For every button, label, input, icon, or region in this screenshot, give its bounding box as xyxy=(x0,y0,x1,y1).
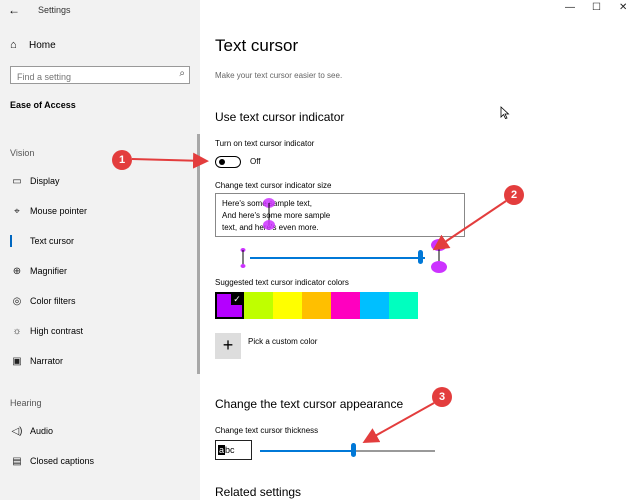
check-icon: ✓ xyxy=(231,293,243,305)
cursor-indicator-preview xyxy=(263,198,275,230)
sidebar-item-label: Text cursor xyxy=(30,236,75,246)
group-label-vision: Vision xyxy=(10,148,35,158)
color-swatch-aqua[interactable] xyxy=(389,292,418,319)
small-size-icon xyxy=(240,248,246,268)
annotation-badge-2: 2 xyxy=(504,185,524,205)
page-title: Text cursor xyxy=(215,36,299,55)
closed-captions-icon: ▤ xyxy=(12,455,22,467)
sidebar-item-label: Display xyxy=(30,176,60,186)
sidebar-item-narrator[interactable]: ▣ Narrator xyxy=(0,351,200,371)
preview-text: bc xyxy=(225,445,235,455)
search-box: ⌕ xyxy=(10,66,190,85)
sidebar-item-color-filters[interactable]: ◎ Color filters xyxy=(0,291,200,311)
color-swatch-yellow[interactable] xyxy=(273,292,302,319)
sidebar-item-label: Color filters xyxy=(30,296,76,306)
search-input[interactable] xyxy=(11,69,171,85)
toggle-state: Off xyxy=(250,157,261,166)
sidebar-item-label: Audio xyxy=(30,426,54,436)
sidebar-item-magnifier[interactable]: ⊕ Magnifier xyxy=(0,261,200,281)
sidebar: ← Settings ⌂ Home ⌕ Ease of Access Visio… xyxy=(0,0,200,500)
display-icon: ▭ xyxy=(12,175,22,187)
thickness-preview: abc xyxy=(215,440,252,460)
plus-icon: + xyxy=(215,333,241,359)
sidebar-item-home[interactable]: ⌂ Home xyxy=(10,39,56,51)
title-bar: ← Settings xyxy=(0,0,200,20)
section-title: Ease of Access xyxy=(10,100,76,110)
color-swatch-purple[interactable]: ✓ xyxy=(215,292,244,319)
audio-icon: ◁) xyxy=(11,425,23,437)
large-size-icon xyxy=(431,239,447,273)
thickness-slider-fill[interactable] xyxy=(260,450,353,452)
preview-cursor: a xyxy=(218,445,226,455)
color-swatch-blue[interactable] xyxy=(360,292,389,319)
home-icon: ⌂ xyxy=(10,39,17,51)
sidebar-item-label: Mouse pointer xyxy=(30,206,88,216)
app-title: Settings xyxy=(38,5,71,15)
toggle-knob xyxy=(219,159,225,165)
magnifier-icon: ⊕ xyxy=(12,265,22,277)
sample-line: text, and here's even more. xyxy=(222,223,319,232)
home-label: Home xyxy=(29,39,56,51)
appearance-heading: Change the text cursor appearance xyxy=(215,397,404,411)
color-filters-icon: ◎ xyxy=(12,295,22,307)
sidebar-item-display[interactable]: ▭ Display xyxy=(0,171,200,191)
sidebar-item-high-contrast[interactable]: ☼ High contrast xyxy=(0,321,200,341)
pick-custom-color-button[interactable]: + Pick a custom color xyxy=(215,333,317,359)
sidebar-item-text-cursor[interactable]: I Text cursor xyxy=(0,231,200,251)
mouse-pointer-cursor-icon xyxy=(500,106,510,119)
high-contrast-icon: ☼ xyxy=(12,325,22,337)
close-button[interactable]: ✕ xyxy=(619,2,627,13)
color-swatch-orange[interactable] xyxy=(302,292,331,319)
color-swatch-lime[interactable] xyxy=(244,292,273,319)
thickness-label: Change text cursor thickness xyxy=(215,426,319,435)
sidebar-item-closed-captions[interactable]: ▤ Closed captions xyxy=(0,451,200,471)
color-swatches: ✓ xyxy=(215,292,418,319)
maximize-button[interactable]: ☐ xyxy=(592,2,601,13)
sample-text-box: Here's some sample text, And here's some… xyxy=(215,193,465,237)
size-slider-track[interactable] xyxy=(250,257,425,259)
sidebar-item-label: Narrator xyxy=(30,356,64,366)
group-label-hearing: Hearing xyxy=(10,398,42,408)
indicator-heading: Use text cursor indicator xyxy=(215,110,345,124)
annotation-badge-3: 3 xyxy=(432,387,452,407)
sample-line: Here's some sample text, xyxy=(222,199,313,208)
search-icon[interactable]: ⌕ xyxy=(179,68,185,79)
back-arrow-icon[interactable]: ← xyxy=(8,3,20,17)
sidebar-item-label: High contrast xyxy=(30,326,84,336)
sidebar-item-mouse-pointer[interactable]: ⌖ Mouse pointer xyxy=(0,201,200,221)
size-label: Change text cursor indicator size xyxy=(215,181,332,190)
sidebar-scrollbar[interactable] xyxy=(197,134,200,374)
narrator-icon: ▣ xyxy=(12,355,22,367)
sidebar-item-label: Magnifier xyxy=(30,266,68,276)
sidebar-item-audio[interactable]: ◁) Audio xyxy=(0,421,200,441)
toggle-label: Turn on text cursor indicator xyxy=(215,139,315,148)
custom-color-label: Pick a custom color xyxy=(248,336,318,346)
colors-label: Suggested text cursor indicator colors xyxy=(215,278,349,287)
sample-line: And here's some more sample xyxy=(222,211,331,220)
size-slider-thumb[interactable] xyxy=(417,250,423,264)
sidebar-item-label: Closed captions xyxy=(30,456,95,466)
minimize-button[interactable]: — xyxy=(565,2,575,13)
mouse-pointer-icon: ⌖ xyxy=(14,205,20,217)
page-subtitle: Make your text cursor easier to see. xyxy=(215,71,343,80)
thickness-slider-thumb[interactable] xyxy=(350,443,356,457)
annotation-badge-1: 1 xyxy=(112,150,132,170)
indicator-toggle[interactable] xyxy=(215,156,241,168)
related-settings-heading: Related settings xyxy=(215,485,302,499)
color-swatch-pink[interactable] xyxy=(331,292,360,319)
